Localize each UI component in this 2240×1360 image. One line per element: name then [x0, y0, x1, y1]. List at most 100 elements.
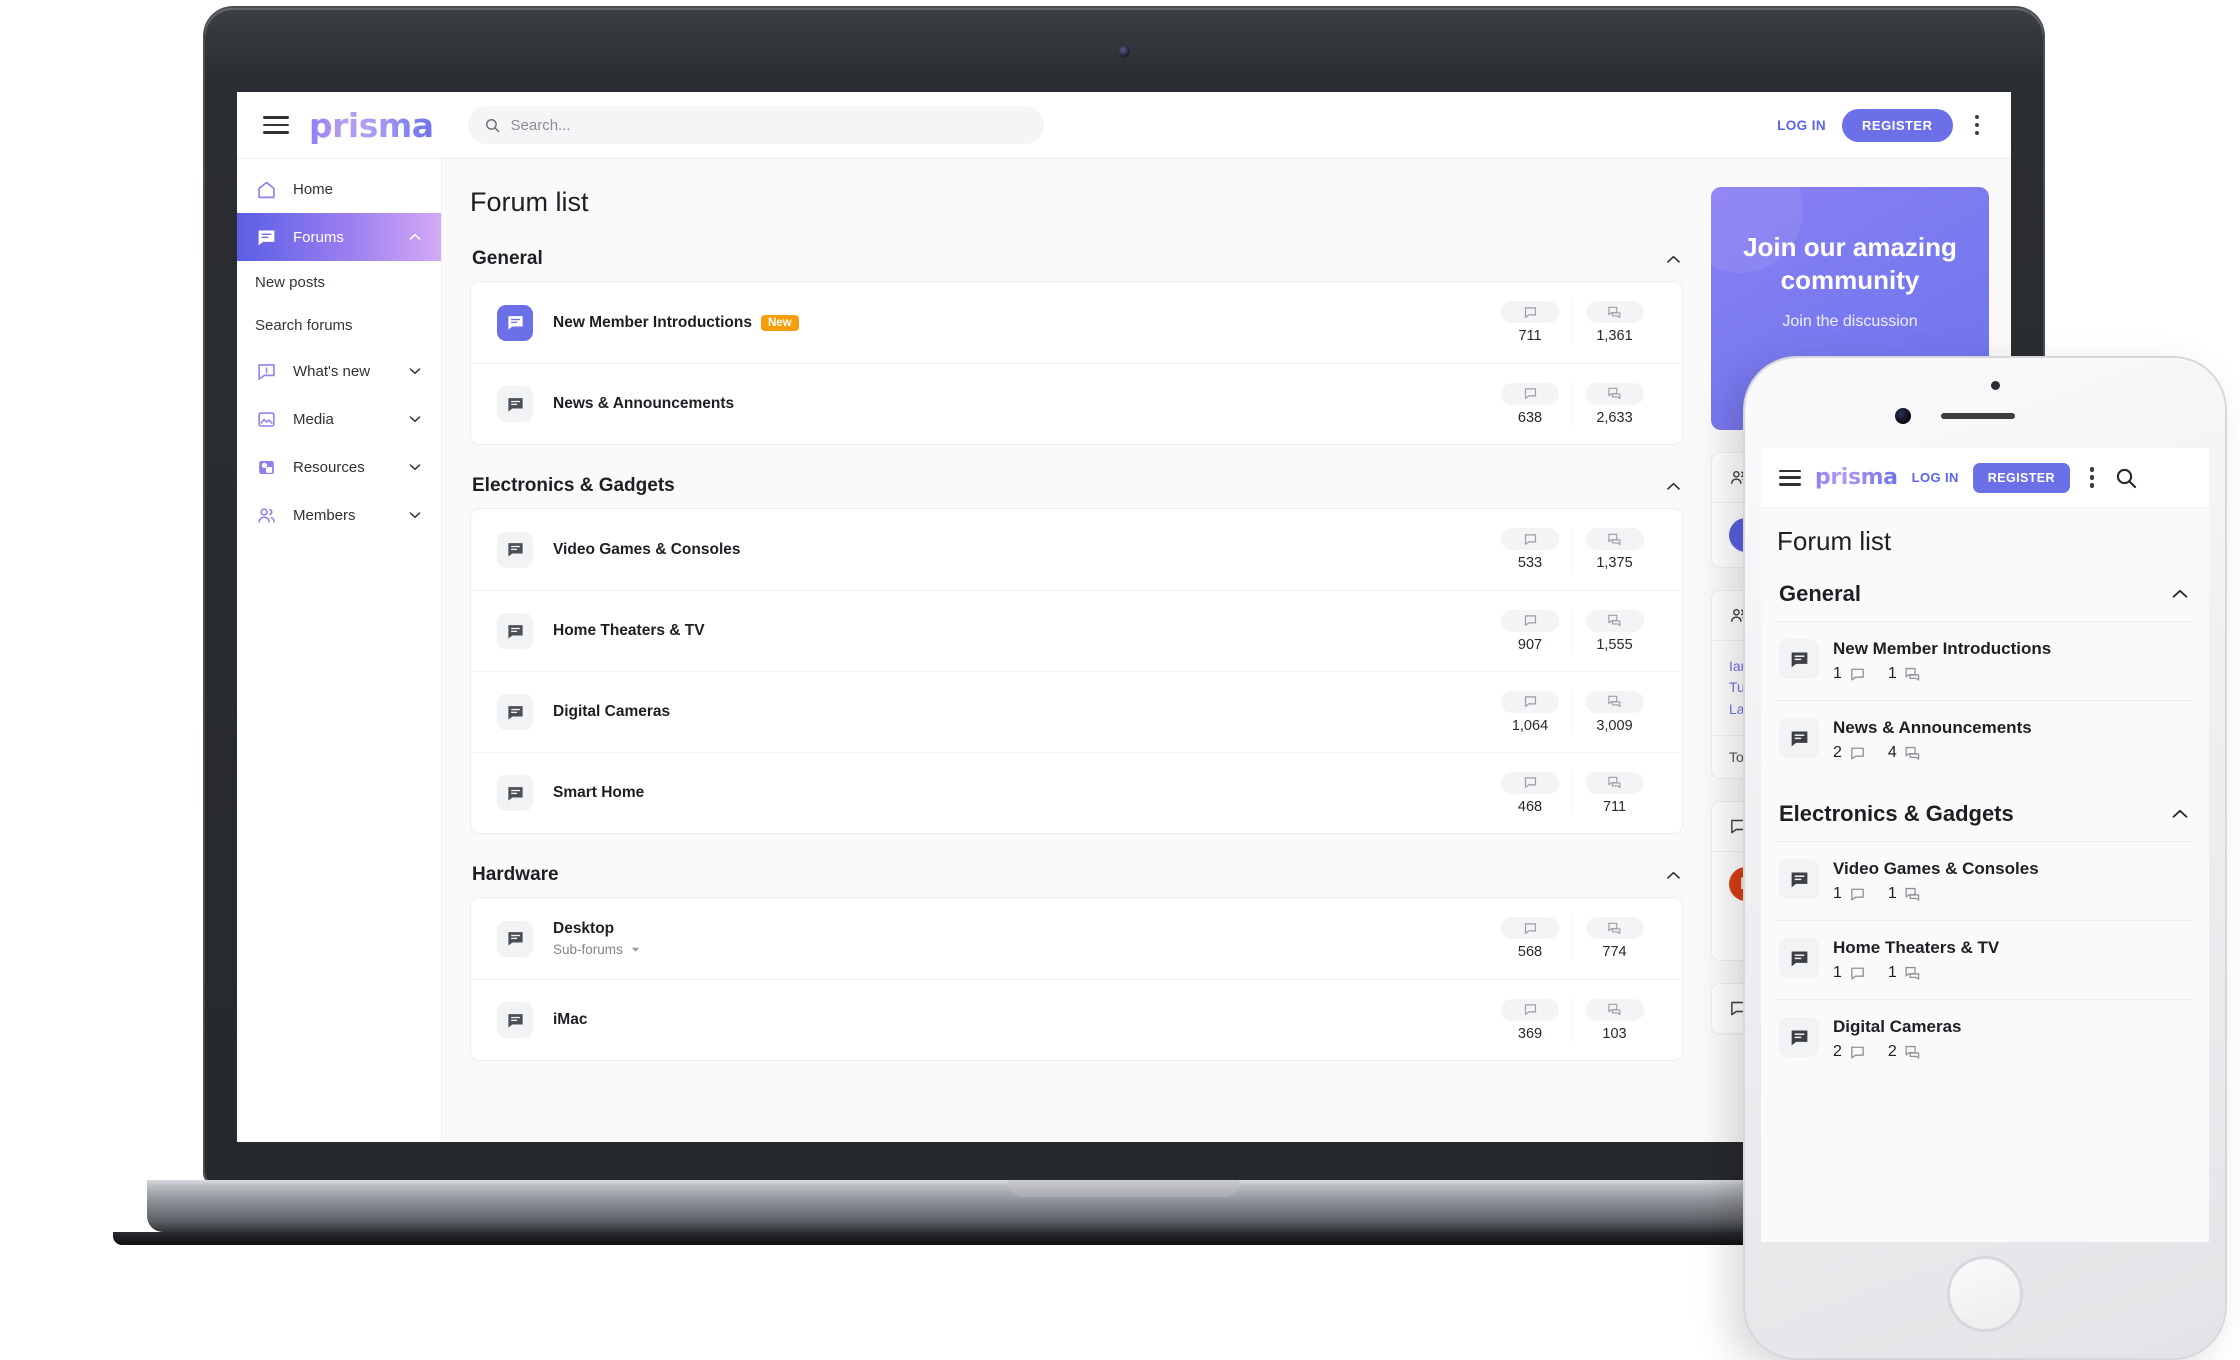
forum-row[interactable]: Desktop Sub-forums 568 774: [471, 898, 1682, 979]
kebab-menu-icon[interactable]: [1969, 111, 1986, 140]
brand-logo[interactable]: prisma: [309, 106, 434, 145]
chevron-down-icon[interactable]: [407, 411, 423, 427]
forum-row[interactable]: Video Games & Consoles 1 1: [1777, 841, 2193, 920]
messages-icon: [1585, 771, 1644, 794]
sidebar-item-search-forums[interactable]: Search forums: [237, 304, 441, 347]
chevron-up-icon[interactable]: [407, 229, 423, 245]
forum-row[interactable]: iMac 369 103: [471, 979, 1682, 1060]
forum-name[interactable]: News & Announcements: [1833, 718, 2032, 738]
sidebar-item-home[interactable]: Home: [237, 165, 441, 213]
forum-name[interactable]: Smart Home: [553, 784, 644, 802]
sidebar-item-label: Resources: [293, 458, 365, 476]
threads-count: 369: [1517, 1025, 1543, 1042]
laptop-webcam-icon: [1119, 46, 1130, 57]
sub-forums-label: Sub-forums: [553, 942, 623, 957]
section-title: Electronics & Gadgets: [472, 475, 675, 496]
register-button[interactable]: REGISTER: [1842, 108, 1953, 142]
members-icon: [255, 504, 277, 526]
forum-name[interactable]: Home Theaters & TV: [553, 622, 705, 640]
forum-name[interactable]: Home Theaters & TV: [1833, 938, 1999, 958]
kebab-menu-icon[interactable]: [2084, 463, 2101, 492]
forum-stats: 568 774: [1488, 917, 1656, 960]
phone-screen: prisma LOG IN REGISTER Forum list Genera…: [1761, 448, 2209, 1242]
chevron-up-icon[interactable]: [2169, 803, 2191, 825]
forum-name[interactable]: News & Announcements: [553, 395, 734, 413]
chevron-up-icon[interactable]: [2169, 583, 2191, 605]
forum-text: Digital Cameras: [553, 703, 670, 721]
chevron-up-icon[interactable]: [1664, 250, 1683, 269]
forum-row[interactable]: Home Theaters & TV 907 1,555: [471, 590, 1682, 671]
chevron-up-icon[interactable]: [1664, 477, 1683, 496]
forum-stats: 1,064 3,009: [1488, 690, 1656, 734]
forum-row[interactable]: New Member Introductions New 711 1,361: [471, 282, 1682, 363]
thread-icon: [1501, 609, 1559, 632]
sidebar-item-resources[interactable]: Resources: [237, 443, 441, 491]
forum-name[interactable]: Digital Cameras: [553, 703, 670, 721]
sidebar-item-forums[interactable]: Forums: [237, 213, 441, 261]
forum-icon: [497, 694, 533, 730]
section-header-hardware: Hardware: [472, 864, 1683, 886]
sidebar-item-whats-new[interactable]: What's new: [237, 347, 441, 395]
forum-stats: 907 1,555: [1488, 609, 1656, 653]
sidebar-item-label: What's new: [293, 362, 371, 380]
forum-name[interactable]: New Member Introductions: [553, 314, 752, 332]
forum-icon: [497, 304, 533, 341]
forum-stats: 638 2,633: [1488, 382, 1656, 426]
section-title: General: [472, 248, 543, 269]
forum-stats: 711 1,361: [1488, 301, 1656, 344]
phone-home-button[interactable]: [1947, 1256, 2023, 1332]
forum-stats: 1 1: [1833, 665, 2051, 683]
forum-row[interactable]: News & Announcements 2 4: [1777, 700, 2193, 779]
chevron-down-icon[interactable]: [407, 363, 423, 379]
forum-row[interactable]: Smart Home 468 711: [471, 752, 1682, 833]
hamburger-icon[interactable]: [263, 116, 289, 134]
hamburger-icon[interactable]: [1779, 469, 1801, 486]
chevron-down-icon[interactable]: [407, 507, 423, 523]
sidebar-item-label: Search forums: [255, 317, 353, 334]
threads-count: 711: [1518, 328, 1542, 344]
sub-forums-toggle[interactable]: Sub-forums: [553, 942, 640, 957]
sidebar-item-label: New posts: [255, 274, 326, 291]
sidebar-item-label: Members: [293, 506, 356, 524]
forum-icon: [497, 531, 533, 568]
messages-count: 1,361: [1596, 328, 1633, 344]
chevron-up-icon[interactable]: [1664, 866, 1683, 885]
thread-icon: [1849, 666, 1866, 683]
page-title: Forum list: [1777, 526, 1892, 556]
messages-icon: [1585, 609, 1644, 632]
forum-row[interactable]: Video Games & Consoles 533 1,375: [471, 509, 1682, 590]
search-input[interactable]: Search...: [467, 106, 1044, 144]
screenshot-stage: prisma Search... LOG IN REGISTER Home Fo…: [0, 0, 2240, 1360]
messages-stat: 711: [1572, 771, 1656, 815]
forum-row[interactable]: New Member Introductions 1 1: [1777, 621, 2193, 700]
sidebar-item-members[interactable]: Members: [237, 491, 441, 539]
thread-icon: [1849, 1044, 1866, 1061]
forum-name[interactable]: New Member Introductions: [1833, 639, 2051, 659]
brand-logo[interactable]: prisma: [1815, 465, 1898, 490]
threads-stat: 369: [1488, 998, 1572, 1042]
login-link[interactable]: LOG IN: [1912, 470, 1959, 485]
forum-row[interactable]: Digital Cameras 1,064 3,009: [471, 671, 1682, 752]
forum-row[interactable]: Digital Cameras 2 2: [1777, 999, 2193, 1078]
chevron-down-icon[interactable]: [407, 459, 423, 475]
sidebar-item-new-posts[interactable]: New posts: [237, 261, 441, 304]
forum-text: News & Announcements: [553, 395, 734, 413]
forum-name[interactable]: iMac: [553, 1011, 587, 1029]
login-link[interactable]: LOG IN: [1777, 118, 1826, 133]
messages-count: 1,375: [1596, 555, 1633, 571]
forum-row[interactable]: Home Theaters & TV 1 1: [1777, 920, 2193, 999]
messages-count: 1: [1887, 964, 1897, 981]
forum-name[interactable]: Video Games & Consoles: [1833, 859, 2039, 879]
forum-title-row: News & Announcements: [553, 395, 734, 413]
forum-row[interactable]: News & Announcements 638 2,633: [471, 363, 1682, 444]
sidebar-item-media[interactable]: Media: [237, 395, 441, 443]
forum-name[interactable]: Video Games & Consoles: [553, 541, 741, 559]
forum-text: Video Games & Consoles: [553, 541, 741, 559]
forum-name[interactable]: Desktop: [553, 920, 614, 938]
search-icon[interactable]: [2114, 466, 2138, 490]
sidebar-item-label: Home: [293, 180, 334, 198]
forum-stats: 1 1: [1833, 885, 2039, 903]
register-button[interactable]: REGISTER: [1972, 462, 2070, 493]
threads-count: 2: [1833, 744, 1842, 761]
forum-name[interactable]: Digital Cameras: [1833, 1017, 1962, 1037]
